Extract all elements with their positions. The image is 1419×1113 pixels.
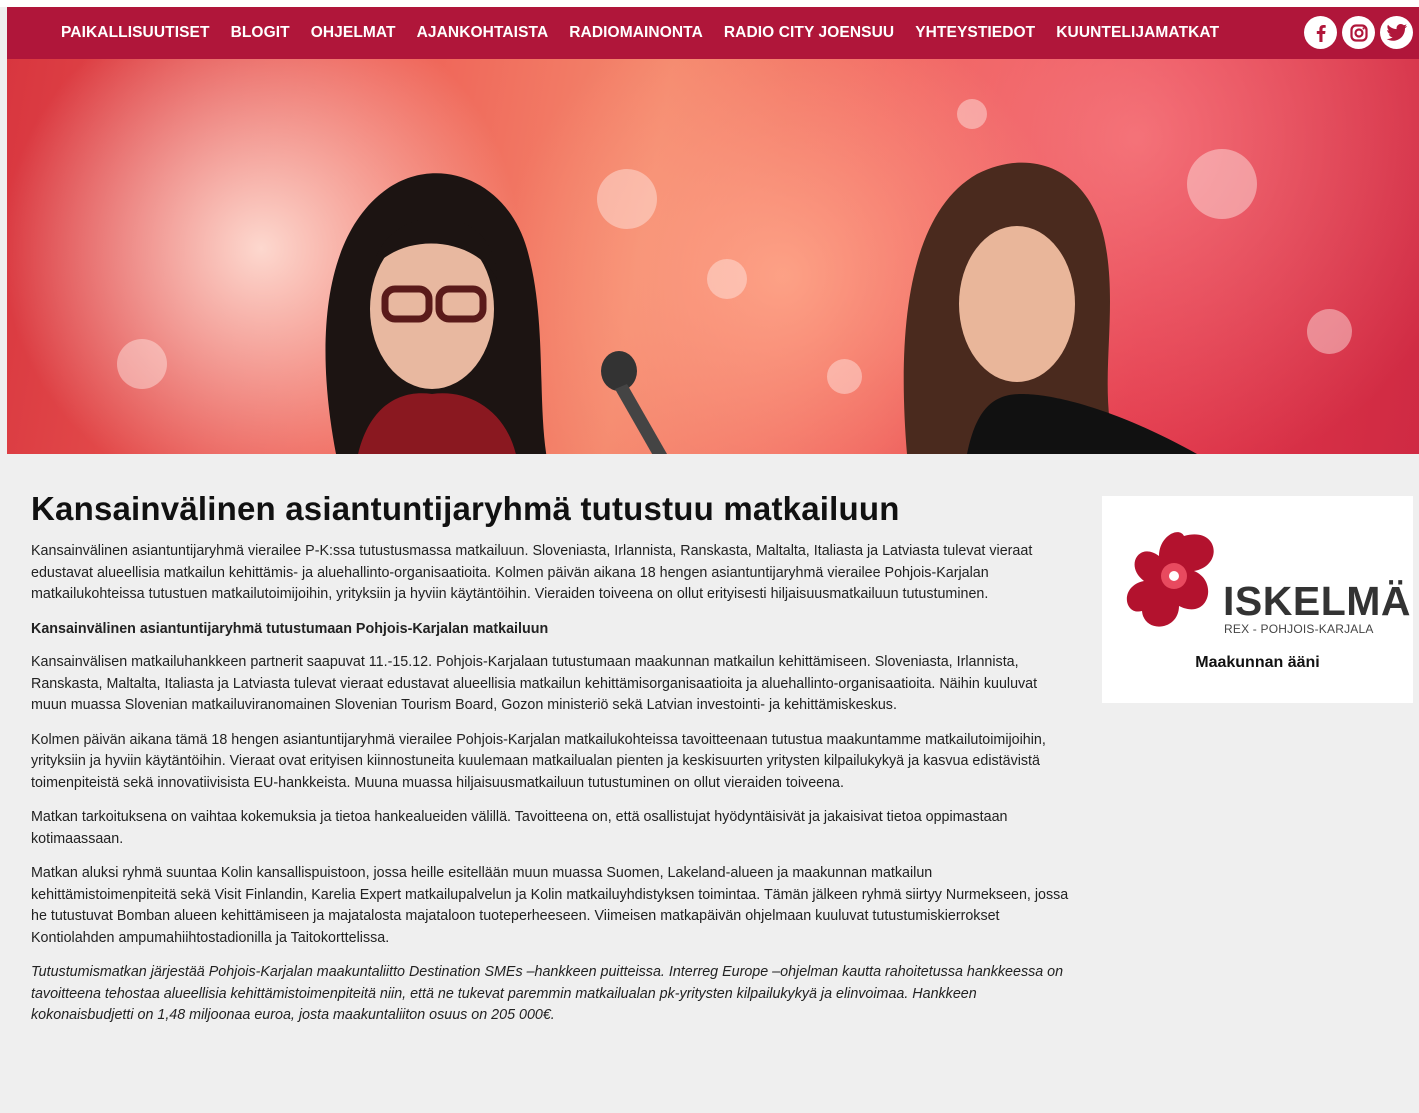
nav-menu: PAIKALLISUUTISET BLOGIT OHJELMAT AJANKOH… <box>61 7 1240 59</box>
article-title: Kansainvälinen asiantuntijaryhmä tutustu… <box>31 490 900 527</box>
nav-item-ajankohtaista[interactable]: AJANKOHTAISTA <box>417 24 549 42</box>
nav-item-ohjelmat[interactable]: OHJELMAT <box>311 24 396 42</box>
host-right-figure <box>903 162 1197 454</box>
nav-item-kuuntelijamatkat[interactable]: KUUNTELIJAMATKAT <box>1056 24 1219 42</box>
bokeh-light <box>1307 309 1352 354</box>
article: Kansainvälinen asiantuntijaryhmä tutustu… <box>31 490 1071 1040</box>
article-intro: Kansainvälinen asiantuntijaryhmä vierail… <box>31 543 1033 602</box>
facebook-icon[interactable] <box>1304 16 1337 49</box>
nav-item-yhteystiedot[interactable]: YHTEYSTIEDOT <box>915 24 1035 42</box>
nav-item-paikallisuutiset[interactable]: PAIKALLISUUTISET <box>61 24 210 42</box>
station-logo-box[interactable]: ISKELMÄ REX - POHJOIS-KARJALA Maakunnan … <box>1102 496 1413 703</box>
article-paragraph: Kolmen päivän aikana tämä 18 hengen asia… <box>31 731 1046 791</box>
article-paragraph: Matkan tarkoituksena on vaihtaa kokemuks… <box>31 809 1008 847</box>
top-strip <box>0 0 1419 7</box>
bokeh-light <box>707 259 747 299</box>
nav-item-radiomainonta[interactable]: RADIOMAINONTA <box>569 24 703 42</box>
microphone-icon <box>601 351 667 454</box>
bokeh-light <box>827 359 862 394</box>
nav-item-radio-city-joensuu[interactable]: RADIO CITY JOENSUU <box>724 24 894 42</box>
instagram-icon[interactable] <box>1342 16 1375 49</box>
social-links <box>1304 16 1413 49</box>
bokeh-light <box>597 169 657 229</box>
nav-item-blogit[interactable]: BLOGIT <box>231 24 290 42</box>
iskelma-logo-icon <box>1126 532 1214 627</box>
bokeh-light <box>957 99 987 129</box>
article-paragraph: Matkan aluksi ryhmä suuntaa Kolin kansal… <box>31 865 1069 946</box>
bokeh-light <box>117 339 167 389</box>
bokeh-light <box>1187 149 1257 219</box>
article-subheading: Kansainvälinen asiantuntijaryhmä tutustu… <box>31 620 549 637</box>
logo-subtitle: REX - POHJOIS-KARJALA <box>1224 622 1374 636</box>
twitter-icon[interactable] <box>1380 16 1413 49</box>
hero-banner-image <box>7 59 1419 454</box>
host-left-figure <box>325 173 547 454</box>
article-paragraph: Kansainvälisen matkailuhankkeen partneri… <box>31 654 1038 713</box>
logo-wordmark: ISKELMÄ <box>1223 578 1411 624</box>
logo-tagline: Maakunnan ääni <box>1195 654 1320 671</box>
article-footnote: Tutustumismatkan järjestää Pohjois-Karja… <box>31 964 1064 1023</box>
main-navigation: PAIKALLISUUTISET BLOGIT OHJELMAT AJANKOH… <box>7 7 1419 59</box>
